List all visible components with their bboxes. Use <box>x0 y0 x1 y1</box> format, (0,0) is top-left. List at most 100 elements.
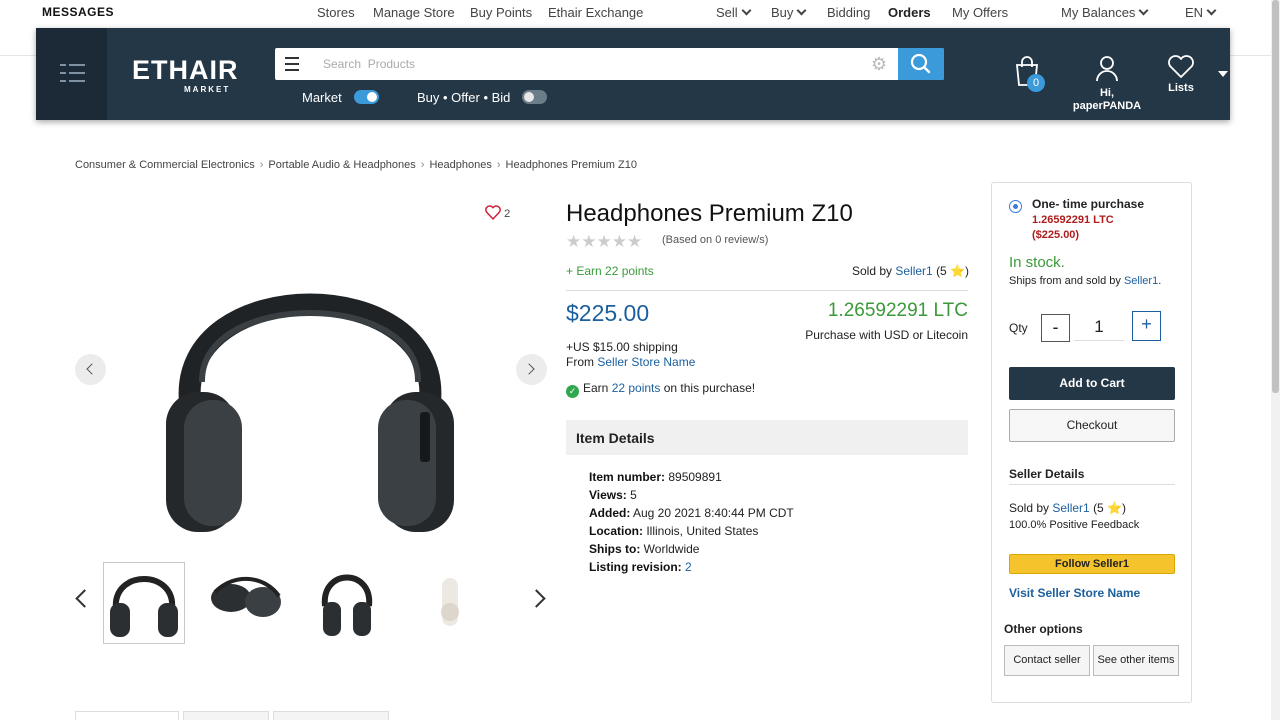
detail-row: Views: 5 <box>589 486 794 504</box>
review-count[interactable]: (Based on 0 review/s) <box>662 234 768 246</box>
thumbnail[interactable] <box>103 562 185 644</box>
other-options-heading: Other options <box>1004 622 1083 636</box>
star-icon: ★ <box>611 232 627 251</box>
messages-link[interactable]: MESSAGES <box>42 5 114 19</box>
price-ltc: 1.26592291 LTC <box>827 300 968 321</box>
lists-button[interactable]: Lists <box>1164 55 1198 94</box>
nav-buy-dropdown[interactable]: Buy <box>771 5 807 20</box>
tab[interactable] <box>75 711 179 720</box>
detail-value: Worldwide <box>640 542 700 556</box>
logo-subtext: MARKET <box>184 85 231 94</box>
thumbnail[interactable] <box>410 562 492 644</box>
earn-pre: Earn <box>583 381 612 395</box>
favorite-button[interactable]: 2 <box>485 205 510 220</box>
category-menu-icon[interactable] <box>285 57 299 75</box>
nav-orders[interactable]: Orders <box>888 5 931 20</box>
menu-button[interactable] <box>36 28 107 120</box>
sold-by: Sold by Seller1 (5 ⭐) <box>852 264 969 278</box>
user-name: paperPANDA <box>1072 100 1142 112</box>
qty-input[interactable]: 1 <box>1074 317 1124 341</box>
thumbnails-next-arrow[interactable] <box>527 589 546 608</box>
headphones-image <box>166 293 454 532</box>
tab[interactable] <box>183 711 269 720</box>
breadcrumb-item[interactable]: Headphones <box>429 159 491 171</box>
search-input[interactable] <box>323 55 863 73</box>
add-to-cart-button[interactable]: Add to Cart <box>1009 367 1175 400</box>
headphones-angle-thumbnail <box>321 574 373 636</box>
qty-decrease-button[interactable]: - <box>1041 314 1070 342</box>
heart-outline-icon <box>485 205 501 220</box>
contact-seller-button[interactable]: Contact seller <box>1004 645 1090 676</box>
listing-revision-link[interactable]: 2 <box>685 560 692 574</box>
seller-rating: (5 ⭐) <box>936 264 970 278</box>
headphones-white-thumbnail <box>441 578 459 626</box>
breadcrumb-item[interactable]: Portable Audio & Headphones <box>268 159 415 171</box>
visit-store-link[interactable]: Visit Seller Store Name <box>1009 586 1140 600</box>
star-icon: ★ <box>596 232 612 251</box>
checkout-button[interactable]: Checkout <box>1009 409 1175 442</box>
cart-button[interactable]: 0 <box>1012 55 1046 92</box>
chevron-down-icon <box>1138 5 1149 16</box>
one-time-purchase-radio[interactable] <box>1009 200 1022 213</box>
sold-by-label: Sold by <box>1009 501 1053 515</box>
search-bar: ⚙ <box>275 48 944 80</box>
gallery-next-button[interactable] <box>516 354 547 385</box>
qty-label: Qty <box>1009 321 1028 335</box>
detail-label: Item number: <box>589 470 666 484</box>
thumbnail[interactable] <box>205 562 287 644</box>
toggle-knob <box>524 92 534 102</box>
search-button[interactable] <box>898 48 944 80</box>
nav-my-balances-label: My Balances <box>1061 5 1136 20</box>
nav-buy-points[interactable]: Buy Points <box>470 5 532 20</box>
ethair-logo[interactable]: ETHAIR MARKET <box>132 55 256 94</box>
nav-ethair-exchange[interactable]: Ethair Exchange <box>548 5 643 20</box>
thumbnail[interactable] <box>307 562 389 644</box>
gear-icon[interactable]: ⚙ <box>871 54 887 75</box>
detail-row: Added: Aug 20 2021 8:40:44 PM CDT <box>589 504 794 522</box>
follow-seller-button[interactable]: Follow Seller1 <box>1009 554 1175 574</box>
store-link[interactable]: Seller Store Name <box>597 355 695 369</box>
item-details-list: Item number: 89509891 Views: 5 Added: Au… <box>589 468 794 576</box>
scrollbar-thumb[interactable] <box>1272 0 1279 393</box>
seller-link[interactable]: Seller1 <box>1124 275 1158 287</box>
star-icon: ★ <box>627 232 643 251</box>
headphones-front-thumbnail <box>110 576 178 637</box>
thumbnails-prev-arrow[interactable] <box>75 589 94 608</box>
detail-label: Added: <box>589 506 631 520</box>
nav-my-balances-dropdown[interactable]: My Balances <box>1061 5 1149 20</box>
purchase-option-usd: ($225.00) <box>1032 229 1080 241</box>
bid-toggle[interactable] <box>522 90 547 104</box>
nav-sell-dropdown[interactable]: Sell <box>716 5 752 20</box>
product-main-image[interactable] <box>150 232 470 542</box>
gallery-prev-button[interactable] <box>75 354 106 385</box>
language-dropdown[interactable]: EN <box>1185 5 1217 20</box>
nav-stores[interactable]: Stores <box>317 5 355 20</box>
vertical-scrollbar[interactable] <box>1271 0 1280 720</box>
qty-increase-button[interactable]: + <box>1132 311 1161 341</box>
seller-link[interactable]: Seller1 <box>1052 501 1089 515</box>
purchase-option-label: One- time purchase <box>1032 197 1145 211</box>
breadcrumb-separator: › <box>259 159 264 171</box>
divider <box>566 290 968 291</box>
lists-label: Lists <box>1168 82 1194 94</box>
seller-link[interactable]: Seller1 <box>895 264 932 278</box>
seller-details-heading: Seller Details <box>1009 467 1175 485</box>
caret-down-icon[interactable] <box>1218 71 1228 77</box>
nav-manage-store[interactable]: Manage Store <box>373 5 455 20</box>
item-details-heading: Item Details <box>566 420 968 455</box>
star-icon: ★ <box>566 232 582 251</box>
points-link[interactable]: 22 points <box>612 381 661 395</box>
market-toggle[interactable] <box>354 90 379 104</box>
breadcrumb-item[interactable]: Consumer & Commercial Electronics <box>75 159 255 171</box>
detail-label: Location: <box>589 524 643 538</box>
headphones-side-thumbnail <box>211 577 281 617</box>
account-button[interactable]: Hi, paperPANDA <box>1070 55 1144 113</box>
see-other-items-button[interactable]: See other items <box>1093 645 1179 676</box>
nav-my-offers[interactable]: My Offers <box>952 5 1008 20</box>
chevron-down-icon <box>1206 5 1217 16</box>
detail-label: Views: <box>589 488 627 502</box>
chevron-down-icon <box>741 5 752 16</box>
tab[interactable] <box>273 711 389 720</box>
nav-bidding[interactable]: Bidding <box>827 5 870 20</box>
breadcrumb-separator: › <box>496 159 501 171</box>
